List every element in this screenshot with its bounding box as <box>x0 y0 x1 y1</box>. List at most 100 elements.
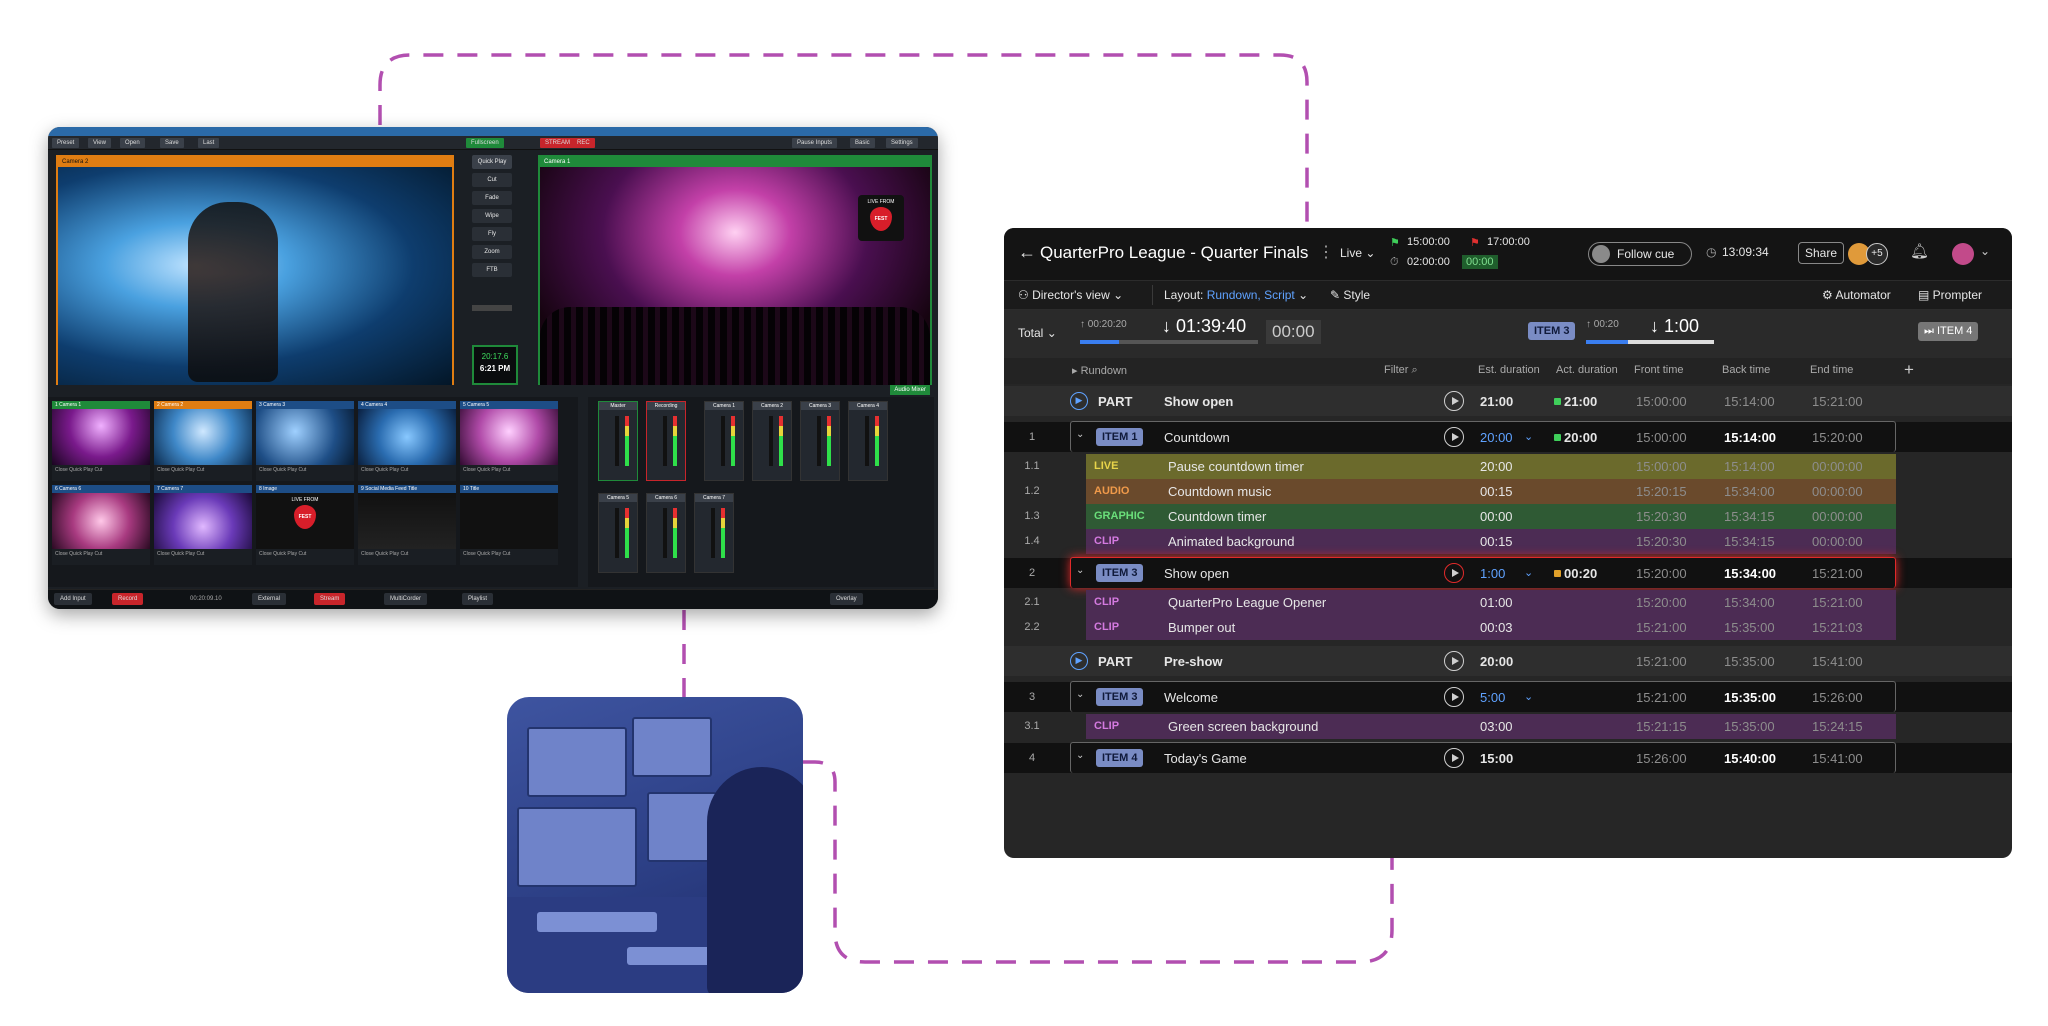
item-row[interactable]: 1 ⌄ ITEM 1 Countdown 20:00 ⌄ 20:00 15:00:00 15:1… <box>1004 421 2012 452</box>
cue-row[interactable]: 1.3 GRAPHIC Countdown timer 00:00 15:20:30 15… <box>1004 504 2012 529</box>
ftb-button[interactable]: FTB <box>472 263 512 277</box>
external-button[interactable]: External <box>252 593 287 605</box>
input-controls[interactable]: Close Quick Play Cut <box>358 549 456 565</box>
fullscreen-button[interactable]: Fullscreen <box>466 138 504 148</box>
fader[interactable] <box>721 416 725 466</box>
input-tile[interactable]: 2 Camera 2 Close Quick Play Cut <box>154 401 252 481</box>
chevron-down-icon[interactable]: ⌄ <box>1524 430 1533 443</box>
directors-view-dropdown[interactable]: ⚇ Director's view ⌄ <box>1018 288 1123 302</box>
input-thumbnail[interactable] <box>358 409 456 465</box>
mixer-strip[interactable]: Camera 4 <box>848 401 888 481</box>
follow-cue-button[interactable]: Follow cue <box>1588 242 1692 266</box>
chevron-down-icon[interactable]: ⌄ <box>1524 566 1533 579</box>
prompter-button[interactable]: ▤ Prompter <box>1918 288 1982 302</box>
menu-save[interactable]: Save <box>160 138 184 148</box>
est-duration[interactable]: 20:00 <box>1480 430 1513 445</box>
input-controls[interactable]: Close Quick Play Cut <box>358 465 456 481</box>
play-icon[interactable] <box>1444 748 1464 768</box>
input-thumbnail[interactable] <box>460 493 558 549</box>
input-thumbnail[interactable] <box>256 409 354 465</box>
fly-button[interactable]: Fly <box>472 227 512 241</box>
est-duration[interactable]: 1:00 <box>1480 566 1505 581</box>
playlist-button[interactable]: Playlist <box>462 593 494 605</box>
item-row[interactable]: 2 ⌄ ITEM 3 Show open 1:00 ⌄ 00:20 15:20:00 15:34… <box>1004 557 2012 588</box>
cue-row[interactable]: 1.1 LIVE Pause countdown timer 20:00 15:00:0… <box>1004 454 2012 479</box>
mixer-strip[interactable]: Master <box>598 401 638 481</box>
part-row[interactable]: ▶ PART Show open 21:00 21:00 15:00:00 15:14:00… <box>1004 386 2012 416</box>
t-bar-slider[interactable] <box>472 305 512 311</box>
item-row[interactable]: 4 ⌄ ITEM 4 Today's Game 15:00 15:26:00 15:40:0… <box>1004 742 2012 773</box>
input-thumbnail[interactable] <box>358 493 456 549</box>
play-part-icon[interactable]: ▶ <box>1070 392 1088 410</box>
multicorder-button[interactable]: MultiCorder <box>384 593 428 605</box>
pause-inputs-button[interactable]: Pause Inputs <box>792 138 838 148</box>
layout-dropdown[interactable]: Layout: Rundown, Script ⌄ <box>1164 288 1308 302</box>
collapse-chevron-icon[interactable]: ⌄ <box>1076 565 1084 576</box>
add-column-button[interactable]: + <box>1904 360 1914 380</box>
mixer-strip[interactable]: Camera 7 <box>694 493 734 573</box>
fader[interactable] <box>769 416 773 466</box>
fader[interactable] <box>817 416 821 466</box>
input-controls[interactable]: Close Quick Play Cut <box>256 465 354 481</box>
style-button[interactable]: ✎ Style <box>1330 288 1370 302</box>
play-icon[interactable] <box>1444 651 1464 671</box>
more-icon[interactable]: ⋮ <box>1318 242 1334 262</box>
rundown-column[interactable]: ▸ Rundown <box>1072 364 1127 377</box>
menu-open[interactable]: Open <box>120 138 145 148</box>
input-thumbnail[interactable] <box>52 409 150 465</box>
basic-button[interactable]: Basic <box>850 138 875 148</box>
program-monitor[interactable]: Camera 1 LIVE FROM FEST <box>538 155 932 385</box>
zoom-button[interactable]: Zoom <box>472 245 512 259</box>
mixer-strip[interactable]: Camera 6 <box>646 493 686 573</box>
settings-button[interactable]: Settings <box>886 138 918 148</box>
stream-indicator[interactable]: STREAM <box>540 138 576 148</box>
item-row[interactable]: 3 ⌄ ITEM 3 Welcome 5:00 ⌄ 15:21:00 15:35:00 15:2… <box>1004 681 2012 712</box>
mixer-strip[interactable]: Recording <box>646 401 686 481</box>
cue-row[interactable]: 1.2 AUDIO Countdown music 00:15 15:20:15 15:3… <box>1004 479 2012 504</box>
menu-view[interactable]: View <box>88 138 111 148</box>
input-thumbnail[interactable] <box>460 409 558 465</box>
mixer-strip[interactable]: Camera 2 <box>752 401 792 481</box>
share-button[interactable]: Share <box>1798 242 1845 264</box>
quick-play-button[interactable]: Quick Play <box>472 155 512 169</box>
rec-indicator[interactable]: REC <box>572 138 595 148</box>
mixer-strip[interactable]: Camera 3 <box>800 401 840 481</box>
filter-button[interactable]: Filter ⌕ <box>1384 364 1418 377</box>
more-users-badge[interactable]: +5 <box>1866 243 1888 265</box>
back-arrow-icon[interactable]: ← <box>1018 242 1036 263</box>
cue-row[interactable]: 2.1 CLIP QuarterPro League Opener 01:00 15:2… <box>1004 590 2012 615</box>
input-tile[interactable]: 1 Camera 1 Close Quick Play Cut <box>52 401 150 481</box>
input-tile[interactable]: 10 Title Close Quick Play Cut <box>460 485 558 565</box>
collapse-chevron-icon[interactable]: ⌄ <box>1076 689 1084 700</box>
input-controls[interactable]: Close Quick Play Cut <box>460 549 558 565</box>
input-thumbnail[interactable] <box>154 409 252 465</box>
bell-icon[interactable]: 🔔︎ <box>1910 242 1929 260</box>
fader[interactable] <box>711 508 715 558</box>
input-thumbnail[interactable] <box>52 493 150 549</box>
cue-row[interactable]: 2.2 CLIP Bumper out 00:03 15:21:00 15:35:00 15… <box>1004 615 2012 640</box>
input-tile[interactable]: 5 Camera 5 Close Quick Play Cut <box>460 401 558 481</box>
fader[interactable] <box>615 508 619 558</box>
input-controls[interactable]: Close Quick Play Cut <box>154 549 252 565</box>
input-tile[interactable]: 9 Social Media Feed Title Close Quick Pla… <box>358 485 456 565</box>
preview-monitor[interactable]: Camera 2 <box>56 155 454 385</box>
chevron-down-icon[interactable]: ⌄ <box>1980 244 1990 258</box>
overlay-button[interactable]: Overlay <box>830 593 863 605</box>
stream-button[interactable]: Stream <box>314 593 346 605</box>
fade-button[interactable]: Fade <box>472 191 512 205</box>
add-input-button[interactable]: Add Input <box>54 593 92 605</box>
play-icon[interactable] <box>1444 427 1464 447</box>
part-row[interactable]: ▶ PART Pre-show 20:00 15:21:00 15:35:00 15:41:… <box>1004 646 2012 676</box>
record-button[interactable]: Record <box>112 593 144 605</box>
input-controls[interactable]: Close Quick Play Cut <box>52 465 150 481</box>
input-controls[interactable]: Close Quick Play Cut <box>256 549 354 565</box>
menu-last[interactable]: Last <box>198 138 220 148</box>
mixer-strip[interactable]: Camera 5 <box>598 493 638 573</box>
cue-row[interactable]: 1.4 CLIP Animated background 00:15 15:20:30 1… <box>1004 529 2012 554</box>
automator-button[interactable]: ⚙ Automator <box>1822 288 1891 302</box>
play-icon[interactable] <box>1444 391 1464 411</box>
fader[interactable] <box>615 416 619 466</box>
total-dropdown[interactable]: Total ⌄ <box>1018 326 1057 340</box>
next-item-button[interactable]: ⏭ ITEM 4 <box>1918 322 1979 341</box>
chevron-down-icon[interactable]: ⌄ <box>1524 690 1533 703</box>
